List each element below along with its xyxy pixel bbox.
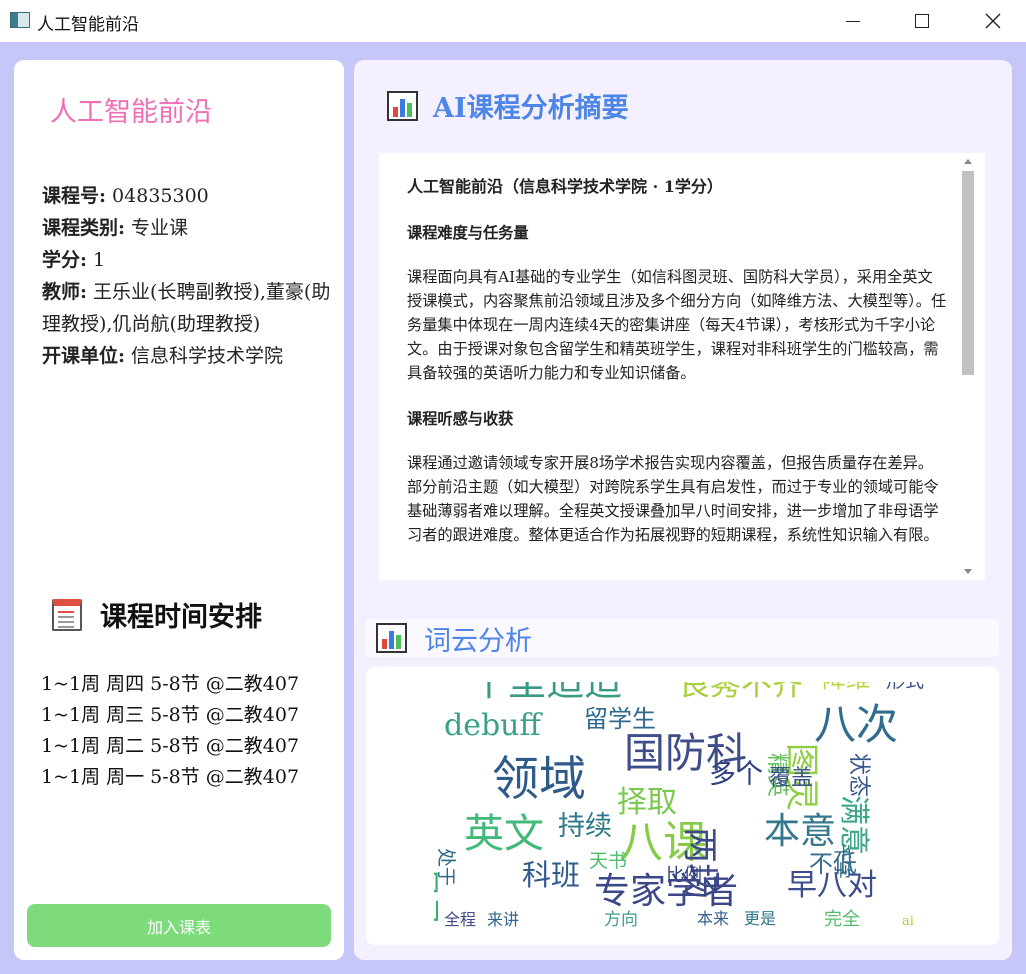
info-value: 信息科学技术学院 [125,345,284,367]
schedule-item: 1~1周 周一 5-8节 @二教407 [41,766,300,788]
analysis-panel: AI课程分析摘要 人工智能前沿（信息科学技术学院 · 1学分） 课程难度与任务量… [354,60,1012,960]
scroll-up-arrow-icon[interactable] [964,159,972,164]
bar-chart-icon [376,623,407,653]
info-row-department: 开课单位: 信息科学技术学院 [42,340,332,372]
summary-content: 人工智能前沿（信息科学技术学院 · 1学分） 课程难度与任务量 课程面向具有AI… [407,175,947,580]
info-row-course-number: 课程号: 04835300 [42,180,332,212]
section-text: 课程通过邀请领域专家开展8场学术报告实现内容覆盖，但报告质量存在差异。部分前沿主… [407,454,939,544]
info-key: 教师: [42,281,88,303]
scroll-thumb[interactable] [962,171,974,375]
info-row-category: 课程类别: 专业课 [42,212,332,244]
wordcloud-word: 千里迢迢 [470,682,622,704]
wordcloud-word: 持续 [558,811,612,842]
maximize-button[interactable] [899,0,945,42]
wordcloud-image: 千里迢迢良莠不齐降维形式前沿debuff留学生国防科八次领域多个精英择取说服英文… [434,682,924,927]
wordcloud-word: ai [902,914,914,927]
info-row-credits: 学分: 1 [42,244,332,276]
wordcloud-word: 科班 [522,858,580,892]
course-info-panel: 人工智能前沿 课程号: 04835300 课程类别: 专业课 学分: 1 教师:… [14,60,344,960]
minimize-icon [846,20,860,22]
wordcloud-word: 来讲 [487,910,519,927]
wordcloud-header: 词云分析 [365,619,999,657]
wordcloud-word: 八次 [814,700,898,749]
wordcloud-word: 早八对 [787,868,877,903]
calendar-icon [52,598,82,631]
summary-text-area[interactable]: 人工智能前沿（信息科学技术学院 · 1学分） 课程难度与任务量 课程面向具有AI… [379,153,985,580]
wordcloud-word: 方向 [604,910,638,927]
schedule-title: 课程时间安排 [100,602,262,633]
wordcloud-word: 良莠不齐 [679,682,803,703]
wordcloud-word: 降维 [822,682,870,693]
section-title: 课程难度与任务量 [407,224,529,242]
info-row-teachers: 教师: 王乐业(长聘副教授),董豪(助理教授),仉尚航(助理教授) [42,276,332,340]
wordcloud-word: 择取 [617,785,677,820]
wordcloud-word: debuff [444,708,543,743]
info-value: 1 [87,249,106,271]
course-info-list: 课程号: 04835300 课程类别: 专业课 学分: 1 教师: 王乐业(长聘… [42,180,332,372]
summary-title: AI课程分析摘要 [433,93,629,124]
wordcloud-word: 多个 [709,759,763,790]
wordcloud-word: 处于 [435,848,457,886]
wordcloud-word: 完全 [824,909,860,927]
wordcloud-word: 英文 [464,811,544,857]
info-value: 专业课 [125,217,189,239]
schedule-list: 1~1周 周四 5-8节 @二教407 1~1周 周三 5-8节 @二教407 … [41,669,299,793]
app-window-icon [10,12,30,28]
info-key: 课程号: [42,185,107,207]
info-key: 课程类别: [42,217,126,239]
schedule-header: 课程时间安排 [52,595,262,634]
wordcloud-word: 本来 [697,909,729,927]
window-title: 人工智能前沿 [37,15,139,35]
wordcloud-word: 本意 [764,811,836,852]
close-icon [985,13,1001,29]
summary-scrollbar[interactable] [961,155,975,578]
wordcloud-word: 覆盖 [769,766,813,791]
summary-header: AI课程分析摘要 [387,86,629,125]
section-text: 课程面向具有AI基础的专业学生（如信科图灵班、国防科大学员），采用全英文授课模式… [407,268,947,382]
wordcloud-word: 全程 [444,910,476,927]
info-key: 开课单位: [42,345,126,367]
wordcloud-title: 词云分析 [424,625,532,657]
section-title: 课程听感与收获 [407,410,514,428]
minimize-button[interactable] [830,0,876,42]
add-to-schedule-button[interactable]: 加入课表 [27,904,331,947]
wordcloud-word: 形式 [886,682,924,692]
wordcloud-box: 千里迢迢良莠不齐降维形式前沿debuff留学生国防科八次领域多个精英择取说服英文… [366,667,999,945]
info-key: 学分: [42,249,88,271]
info-value: 04835300 [106,185,209,207]
schedule-item: 1~1周 周四 5-8节 @二教407 [41,673,300,695]
title-bar: 人工智能前沿 [0,0,1026,42]
wordcloud-word: 更是 [744,909,776,927]
scroll-down-arrow-icon[interactable] [964,569,972,574]
wordcloud-word: 领域 [492,752,586,807]
close-button[interactable] [970,0,1016,42]
course-title: 人工智能前沿 [50,97,212,128]
wordcloud-word: 状态 [846,753,871,797]
wordcloud-word: 专家学者 [594,871,738,912]
schedule-item: 1~1周 周三 5-8节 @二教407 [41,704,300,726]
bar-chart-icon [387,90,418,121]
maximize-icon [915,14,929,28]
wordcloud-word: 天书 [589,850,627,872]
summary-heading: 人工智能前沿（信息科学技术学院 · 1学分） [407,177,723,196]
schedule-item: 1~1周 周二 5-8节 @二教407 [41,735,300,757]
